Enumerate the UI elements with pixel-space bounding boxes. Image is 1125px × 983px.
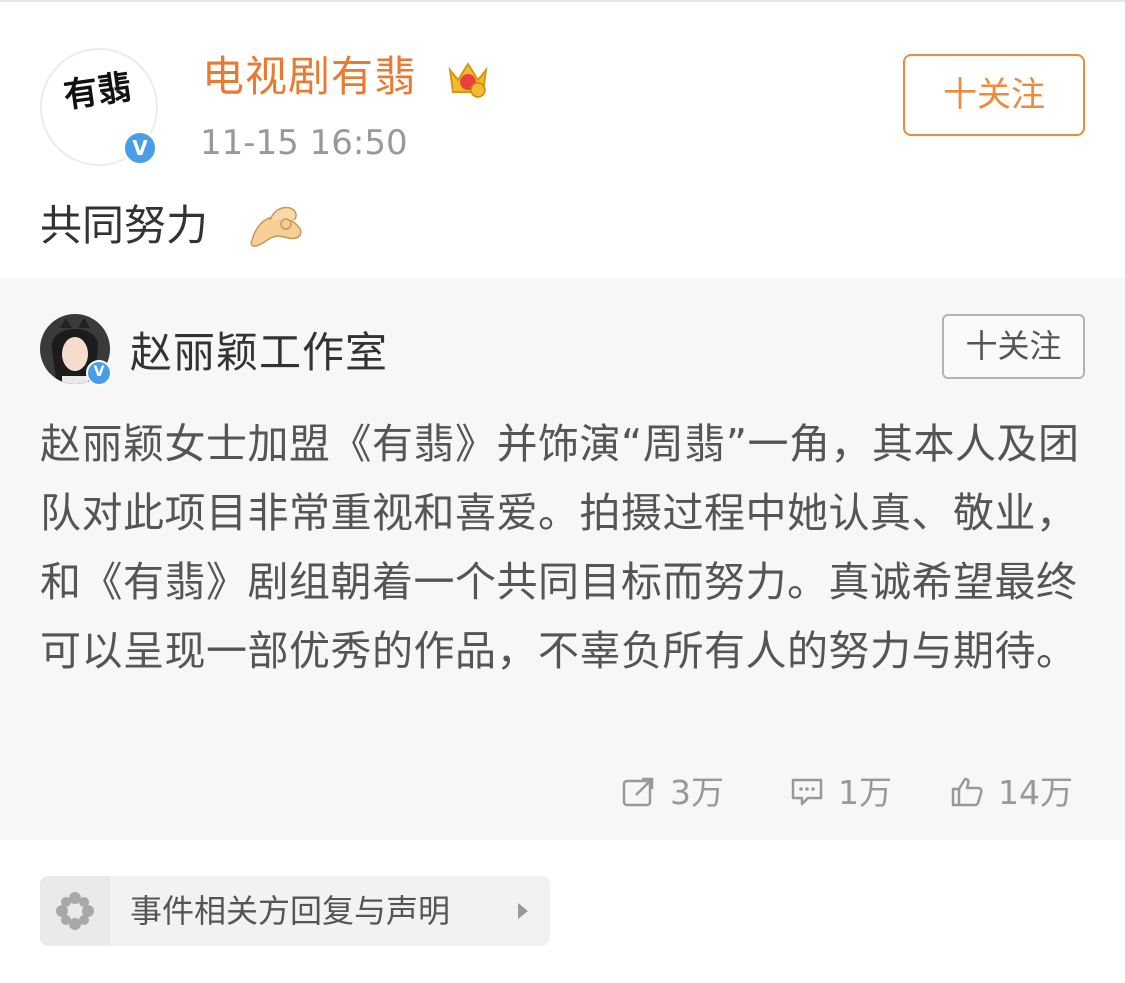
retweet-author-name[interactable]: 赵丽颖工作室	[130, 324, 388, 382]
post-timestamp: 11-15 16:50	[200, 123, 408, 163]
topic-label: 事件相关方回复与声明	[130, 892, 451, 930]
comment-count: 1万	[838, 773, 892, 812]
retweet-verified-icon: V	[86, 360, 112, 386]
ok-hands-emoji-icon	[250, 206, 302, 247]
like-count: 14万	[998, 773, 1073, 812]
topic-icon-box	[40, 876, 110, 946]
follow-button[interactable]: 十关注	[903, 54, 1085, 136]
repost-button[interactable]: 3万	[622, 770, 724, 816]
verified-icon: V	[122, 130, 158, 166]
weibo-post-page: 有翡 V 电视剧有翡 11-15 16:50 十关注 共同努力 V 赵丽颖工作室…	[0, 0, 1125, 983]
comment-icon	[791, 778, 823, 805]
topic-link[interactable]: 事件相关方回复与声明	[40, 876, 550, 946]
repost-icon	[622, 777, 654, 806]
svg-text:有翡: 有翡	[61, 67, 134, 116]
retweet-text[interactable]: 赵丽颖女士加盟《有翡》并饰演“周翡”一角，其本人及团队对此项目非常重视和喜爱。拍…	[40, 410, 1090, 686]
chevron-right-icon	[518, 903, 528, 919]
thumbs-up-icon	[951, 777, 983, 806]
top-divider	[0, 0, 1125, 2]
repost-count: 3万	[670, 773, 724, 812]
author-name[interactable]: 电视剧有翡	[202, 48, 417, 106]
post-text: 共同努力	[40, 201, 209, 250]
like-button[interactable]: 14万	[950, 770, 1073, 816]
retweet-follow-button[interactable]: 十关注	[942, 314, 1085, 379]
crown-icon[interactable]	[446, 56, 490, 100]
flower-icon	[56, 892, 94, 930]
comment-button[interactable]: 1万	[790, 770, 892, 816]
